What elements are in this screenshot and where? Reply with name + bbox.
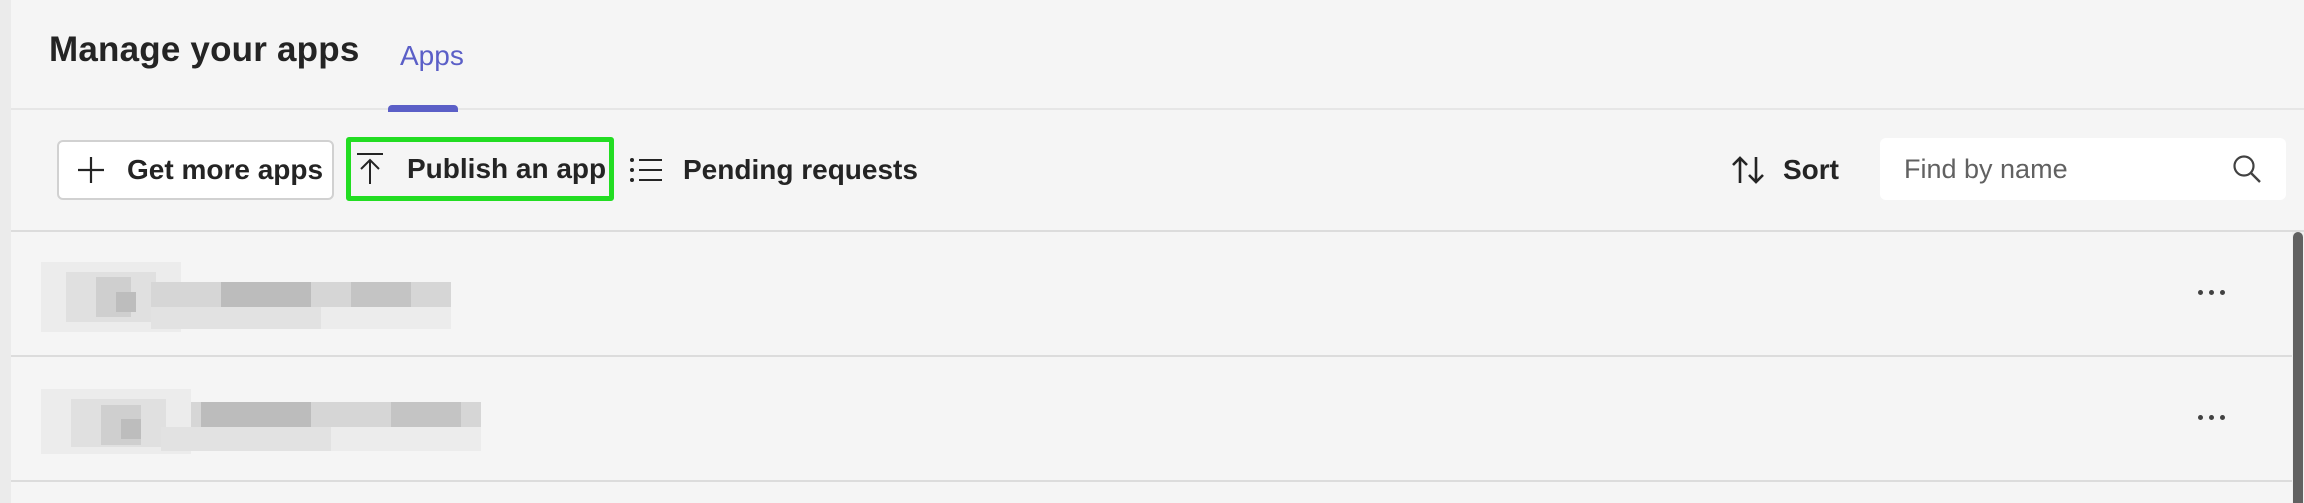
get-more-apps-button[interactable]: Get more apps bbox=[57, 140, 334, 200]
manage-apps-page: Manage your apps Apps Get more apps Publ… bbox=[0, 0, 2304, 503]
sort-label: Sort bbox=[1783, 154, 1839, 185]
pending-requests-label: Pending requests bbox=[683, 154, 918, 185]
redacted-app-info bbox=[41, 252, 481, 347]
list-item[interactable] bbox=[11, 357, 2292, 482]
more-options-icon bbox=[2195, 289, 2228, 295]
get-more-apps-label: Get more apps bbox=[127, 154, 324, 185]
tab-apps-label: Apps bbox=[400, 40, 464, 71]
tab-active-indicator bbox=[388, 105, 458, 112]
toolbar: Get more apps Publish an app Pending req… bbox=[11, 112, 2304, 232]
pending-requests-button[interactable]: Pending requests bbox=[629, 140, 929, 200]
left-rail-edge bbox=[0, 0, 11, 503]
scrollbar-thumb[interactable] bbox=[2293, 232, 2303, 503]
upload-icon bbox=[355, 152, 385, 186]
publish-app-button[interactable]: Publish an app bbox=[346, 137, 614, 201]
publish-app-label: Publish an app bbox=[407, 153, 607, 184]
list-icon bbox=[629, 156, 663, 184]
list-item[interactable] bbox=[11, 232, 2292, 357]
list-item[interactable] bbox=[11, 482, 2292, 503]
page-title: Manage your apps bbox=[49, 30, 360, 69]
sort-button[interactable]: Sort bbox=[1731, 140, 1851, 200]
search-input[interactable] bbox=[1880, 138, 2220, 200]
page-header: Manage your apps Apps bbox=[11, 0, 2304, 112]
more-options-icon bbox=[2195, 414, 2228, 420]
plus-icon bbox=[75, 154, 107, 186]
tab-apps[interactable]: Apps bbox=[388, 0, 464, 112]
redacted-app-info bbox=[41, 377, 491, 472]
more-options-button[interactable] bbox=[2186, 272, 2236, 312]
search-box bbox=[1880, 138, 2286, 200]
search-icon[interactable] bbox=[2232, 154, 2262, 189]
more-options-button[interactable] bbox=[2186, 397, 2236, 437]
sort-arrows-icon bbox=[1731, 155, 1765, 185]
